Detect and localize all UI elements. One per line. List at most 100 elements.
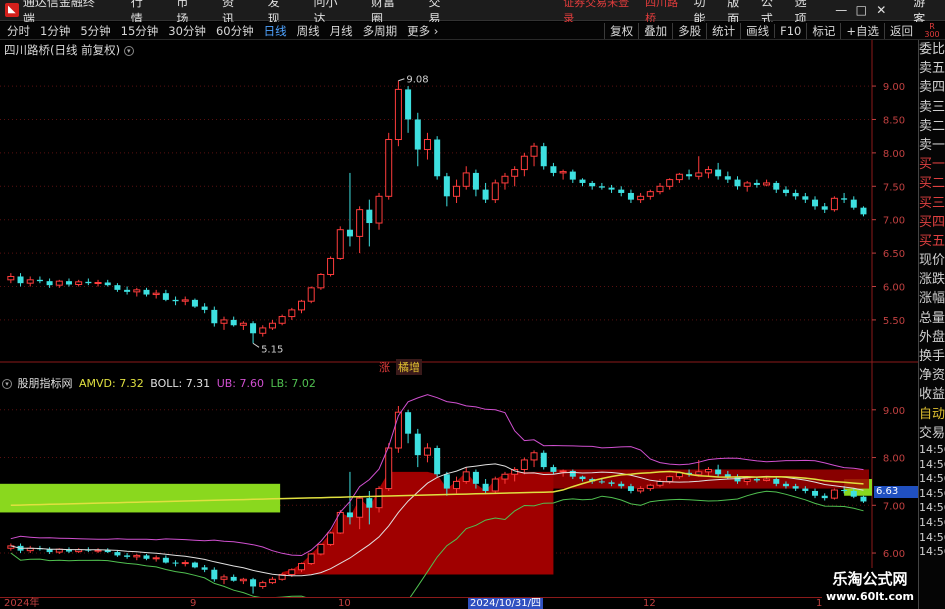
candle-body — [618, 189, 625, 193]
rp-auto-button[interactable]: 自动 — [919, 405, 945, 424]
candle-body — [75, 281, 83, 286]
candle-body — [172, 299, 179, 302]
quote-panel: 委比 卖五 卖四 卖三 卖二 卖一 买一 买二 买三 买四 买五 现价 涨跌 涨… — [918, 40, 945, 609]
ind-tick-label: 7.00 — [883, 501, 905, 512]
main-chart-title: 四川路桥(日线 前复权) ▾ — [4, 42, 134, 58]
candle-body — [637, 195, 645, 201]
candle-body — [608, 187, 615, 190]
candle-body — [220, 576, 228, 580]
candle-body — [704, 169, 712, 174]
candle-body — [268, 322, 276, 329]
candle-body — [491, 478, 499, 492]
period-daily[interactable]: 日线 — [257, 23, 290, 39]
candle-body — [26, 279, 34, 284]
rp-trade-button[interactable]: 交易 — [919, 424, 945, 443]
candle-body — [530, 452, 538, 461]
candle-body — [482, 483, 489, 491]
candle-body — [307, 287, 315, 302]
minimize-icon[interactable]: — — [831, 3, 851, 17]
corner-indicator: R 300 — [919, 22, 945, 40]
annotation-layer: 9.08 5.15 — [252, 75, 429, 355]
candle-body — [598, 186, 605, 188]
candle-body — [627, 486, 634, 491]
rp-zhangfu: 涨幅 — [919, 291, 945, 307]
zhang-badge[interactable]: 涨 — [379, 359, 390, 375]
candle-body — [656, 185, 664, 193]
indicator-green-band — [0, 483, 281, 513]
candle-body — [181, 299, 189, 302]
tool-fuquan[interactable]: 复权 — [604, 23, 638, 39]
price-tick-label: 8.00 — [883, 149, 905, 160]
period-weekly[interactable]: 周线 — [290, 23, 323, 39]
candle-body — [686, 174, 693, 177]
indicator-title: ▾ 股朋指标网 AMVD: 7.32 BOLL: 7.31 UB: 7.60 L… — [2, 375, 316, 391]
candle-body — [646, 191, 654, 197]
candle-body — [627, 192, 634, 200]
tool-duogu[interactable]: 多股 — [672, 23, 706, 39]
candle-body — [569, 470, 576, 477]
candle-body — [7, 275, 15, 281]
candle-body — [346, 229, 353, 237]
date-axis: 2024年 9 10 2024/10/31/四 12 1 — [0, 597, 918, 609]
candle-body — [443, 474, 450, 489]
rp-zhangdie: 涨跌 — [919, 272, 945, 288]
watermark-title: 乐淘公式网 — [832, 570, 908, 588]
candle-body — [288, 569, 296, 576]
candle-body — [520, 459, 528, 470]
period-15min[interactable]: 15分钟 — [114, 23, 162, 39]
maximize-icon[interactable]: □ — [851, 3, 871, 17]
date-tick: 2024年 — [4, 598, 40, 609]
candle-body — [133, 554, 141, 558]
candle-body — [704, 468, 712, 473]
tool-biaoji[interactable]: 标记 — [806, 23, 840, 39]
indicator-name[interactable]: 股朋指标网 — [18, 377, 73, 390]
rp-huanshou: 换手 — [919, 349, 945, 364]
candle-body — [743, 478, 751, 482]
tool-f10[interactable]: F10 — [774, 24, 806, 38]
rp-xianjia: 现价 — [919, 253, 945, 269]
candle-body — [579, 179, 586, 183]
candle-body — [434, 139, 441, 177]
rp-sell3: 卖三 — [919, 99, 945, 115]
chevron-down-icon[interactable]: ▾ — [123, 45, 134, 56]
tool-fanhui[interactable]: 返回 — [884, 23, 918, 39]
candle-body — [162, 293, 169, 300]
candle-body — [268, 578, 276, 584]
candle-body — [201, 567, 208, 570]
kline-chart[interactable]: 9.00 8.50 8.00 7.50 7.00 6.50 6.00 5.50 9.00 8.00… — [0, 40, 918, 597]
tool-zixuan[interactable]: +自选 — [840, 23, 884, 39]
close-icon[interactable]: ✕ — [871, 3, 891, 17]
period-more[interactable]: 更多 › — [400, 23, 441, 39]
indicator-menu-icon[interactable]: ▾ — [2, 379, 12, 389]
candle-body — [356, 497, 364, 518]
candle-body — [230, 576, 237, 581]
candle-body — [540, 146, 547, 167]
period-5min[interactable]: 5分钟 — [73, 23, 113, 39]
rp-sell1: 卖一 — [919, 137, 945, 153]
candle-body — [453, 480, 461, 490]
period-fenshi[interactable]: 分时 — [0, 23, 33, 39]
candle-body — [724, 176, 731, 180]
period-30min[interactable]: 30分钟 — [161, 23, 209, 39]
candle-body — [501, 175, 509, 184]
period-60min[interactable]: 60分钟 — [209, 23, 257, 39]
candle-body — [482, 189, 489, 200]
candle-body — [366, 209, 373, 224]
candle-body — [162, 557, 169, 563]
tool-diejia[interactable]: 叠加 — [638, 23, 672, 39]
period-1min[interactable]: 1分钟 — [33, 23, 73, 39]
tool-tongji[interactable]: 统计 — [706, 23, 740, 39]
candle-body — [802, 488, 809, 491]
rp-time: 14:56 — [919, 530, 945, 544]
candle-body — [792, 192, 799, 197]
indicator-boll: BOLL: 7.31 — [150, 377, 211, 390]
candle-body — [405, 89, 412, 120]
current-price-tag: 6.63 — [874, 486, 918, 498]
tool-huaxian[interactable]: 画线 — [740, 23, 774, 39]
period-monthly[interactable]: 月线 — [323, 23, 356, 39]
rp-time: 14:56 — [919, 486, 945, 500]
candle-body — [695, 172, 703, 177]
candle-body — [327, 532, 335, 545]
zeng-badge[interactable]: 橘增 — [396, 359, 422, 375]
period-multi[interactable]: 多周期 — [356, 23, 401, 39]
